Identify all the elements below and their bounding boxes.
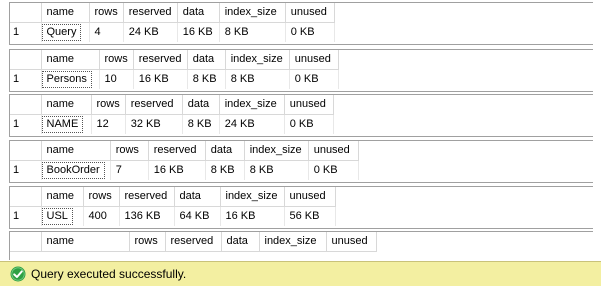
- column-header-rows[interactable]: rows: [83, 187, 120, 207]
- result-grid[interactable]: name rows reserved data index_size unuse…: [9, 49, 593, 92]
- table-row[interactable]: 1 Query 4 24 KB 16 KB 8 KB 0 KB: [10, 22, 335, 42]
- row-number[interactable]: 1: [10, 160, 42, 180]
- cell-name-value: NAME: [41, 116, 84, 133]
- cell-name-value: Persons: [41, 71, 92, 88]
- cell-reserved[interactable]: 32 KB: [125, 114, 183, 134]
- cell-data[interactable]: 8 KB: [205, 160, 245, 180]
- cell-reserved[interactable]: 16 KB: [133, 69, 188, 89]
- column-header-rows[interactable]: rows: [129, 232, 166, 252]
- column-header-rows[interactable]: rows: [110, 141, 149, 161]
- column-header-name[interactable]: name: [41, 187, 84, 207]
- table-row[interactable]: 1 Persons 10 16 KB 8 KB 8 KB 0 KB: [10, 69, 339, 89]
- results-pane[interactable]: name rows reserved data index_size unuse…: [0, 0, 601, 260]
- cell-index-size[interactable]: 8 KB: [225, 69, 290, 89]
- column-header-reserved[interactable]: reserved: [133, 50, 188, 70]
- cell-index-size[interactable]: 16 KB: [220, 206, 285, 226]
- cell-name-value: Query: [41, 24, 82, 41]
- column-header-data[interactable]: data: [182, 95, 220, 115]
- cell-data[interactable]: 8 KB: [182, 114, 220, 134]
- cell-unused[interactable]: 56 KB: [284, 206, 336, 226]
- table-row[interactable]: 1 NAME 12 32 KB 8 KB 24 KB 0 KB: [10, 114, 334, 134]
- column-header-data[interactable]: data: [221, 232, 260, 252]
- grid-corner[interactable]: [10, 3, 42, 23]
- column-header-reserved[interactable]: reserved: [125, 95, 183, 115]
- cell-name[interactable]: USL: [41, 206, 84, 226]
- status-bar: Query executed successfully.: [0, 261, 601, 286]
- cell-index-size[interactable]: 8 KB: [244, 160, 309, 180]
- cell-rows[interactable]: 7: [110, 160, 149, 180]
- column-header-index-size[interactable]: index_size: [220, 187, 285, 207]
- status-message: Query executed successfully.: [31, 267, 187, 281]
- table-row[interactable]: 1 USL 400 136 KB 64 KB 16 KB 56 KB: [10, 206, 336, 226]
- cell-unused[interactable]: 0 KB: [285, 22, 335, 42]
- column-header-index-size[interactable]: index_size: [219, 95, 285, 115]
- result-grid[interactable]: name rows reserved data index_size unuse…: [9, 186, 593, 229]
- grid-corner[interactable]: [10, 141, 42, 161]
- column-header-reserved[interactable]: reserved: [119, 187, 175, 207]
- cell-name[interactable]: Persons: [41, 69, 100, 89]
- grid-corner[interactable]: [10, 232, 42, 252]
- grid-corner[interactable]: [10, 95, 42, 115]
- column-header-reserved[interactable]: reserved: [148, 141, 206, 161]
- cell-unused[interactable]: 0 KB: [284, 114, 334, 134]
- row-number[interactable]: 1: [10, 114, 42, 134]
- cell-reserved[interactable]: 16 KB: [148, 160, 206, 180]
- cell-index-size[interactable]: 24 KB: [219, 114, 285, 134]
- column-header-reserved[interactable]: reserved: [123, 3, 178, 23]
- column-header-rows[interactable]: rows: [89, 3, 124, 23]
- row-number[interactable]: 1: [10, 206, 42, 226]
- column-header-index-size[interactable]: index_size: [259, 232, 327, 252]
- result-grid[interactable]: name rows reserved data index_size unuse…: [9, 94, 593, 137]
- column-header-data[interactable]: data: [205, 141, 245, 161]
- column-header-name[interactable]: name: [41, 95, 92, 115]
- cell-index-size[interactable]: 8 KB: [219, 22, 286, 42]
- cell-rows[interactable]: 400: [83, 206, 120, 226]
- column-header-unused[interactable]: unused: [326, 232, 377, 252]
- cell-data[interactable]: 16 KB: [177, 22, 220, 42]
- cell-name[interactable]: BookOrder: [41, 160, 111, 180]
- table-row[interactable]: 1 BookOrder 7 16 KB 8 KB 8 KB 0 KB: [10, 160, 359, 180]
- cell-reserved[interactable]: 136 KB: [119, 206, 175, 226]
- column-header-rows[interactable]: rows: [99, 50, 134, 70]
- column-header-data[interactable]: data: [174, 187, 221, 207]
- column-header-unused[interactable]: unused: [284, 95, 334, 115]
- cell-unused[interactable]: 0 KB: [308, 160, 359, 180]
- column-header-name[interactable]: name: [41, 50, 100, 70]
- cell-data[interactable]: 8 KB: [187, 69, 226, 89]
- result-grid[interactable]: name rows reserved data index_size unuse…: [9, 2, 593, 45]
- row-number[interactable]: 1: [10, 22, 42, 42]
- column-header-unused[interactable]: unused: [308, 141, 359, 161]
- column-header-data[interactable]: data: [187, 50, 226, 70]
- cell-rows[interactable]: 10: [99, 69, 134, 89]
- cell-rows[interactable]: 4: [89, 22, 124, 42]
- column-header-reserved[interactable]: reserved: [165, 232, 222, 252]
- cell-name[interactable]: Query: [41, 22, 90, 42]
- row-number[interactable]: 1: [10, 69, 42, 89]
- column-header-unused[interactable]: unused: [289, 50, 339, 70]
- column-header-index-size[interactable]: index_size: [219, 3, 286, 23]
- column-header-data[interactable]: data: [177, 3, 220, 23]
- column-header-unused[interactable]: unused: [284, 187, 336, 207]
- cell-name[interactable]: NAME: [41, 114, 92, 134]
- column-header-name[interactable]: name: [41, 3, 90, 23]
- cell-rows[interactable]: 12: [91, 114, 126, 134]
- column-header-rows[interactable]: rows: [91, 95, 126, 115]
- column-header-index-size[interactable]: index_size: [225, 50, 290, 70]
- cell-reserved[interactable]: 24 KB: [123, 22, 178, 42]
- result-grid[interactable]: name rows reserved data index_size unuse…: [9, 231, 593, 260]
- cell-name-value: USL: [41, 208, 73, 225]
- grid-corner[interactable]: [10, 187, 42, 207]
- cell-name-value: BookOrder: [41, 162, 105, 179]
- column-header-name[interactable]: name: [41, 141, 111, 161]
- column-header-unused[interactable]: unused: [285, 3, 335, 23]
- column-header-index-size[interactable]: index_size: [244, 141, 309, 161]
- result-grid[interactable]: name rows reserved data index_size unuse…: [9, 140, 593, 183]
- cell-data[interactable]: 64 KB: [174, 206, 221, 226]
- column-header-name[interactable]: name: [41, 232, 130, 252]
- cell-unused[interactable]: 0 KB: [289, 69, 339, 89]
- success-check-icon: [10, 266, 26, 282]
- grid-corner[interactable]: [10, 50, 42, 70]
